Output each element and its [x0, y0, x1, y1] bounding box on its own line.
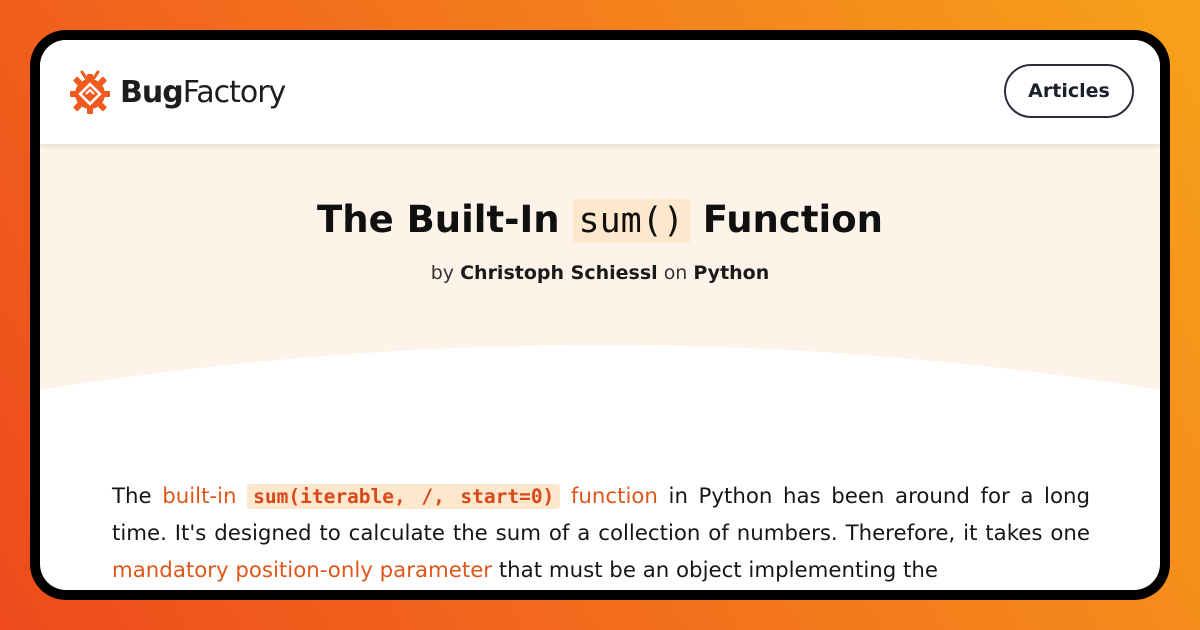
byline-by: by: [430, 262, 455, 284]
article-byline: by Christoph Schiessl on Python: [40, 262, 1160, 284]
article-body: The built-in sum(iterable, /, start=0) f…: [112, 478, 1090, 589]
device-frame: BugFactory Articles The Built-In sum() F…: [30, 30, 1170, 600]
author-name: Christoph Schiessl: [460, 262, 658, 284]
hero-wave-divider: [40, 345, 1160, 450]
browser-viewport: BugFactory Articles The Built-In sum() F…: [40, 40, 1160, 590]
sum-signature-link[interactable]: sum(iterable, /, start=0) function: [247, 484, 658, 509]
position-only-parameter-link[interactable]: mandatory position-only parameter: [112, 558, 492, 583]
articles-button[interactable]: Articles: [1004, 64, 1134, 118]
title-code: sum(): [572, 199, 690, 243]
byline-on: on: [663, 262, 688, 284]
site-header: BugFactory Articles: [40, 40, 1160, 144]
builtin-link[interactable]: built-in: [162, 484, 236, 509]
category-name: Python: [693, 262, 770, 284]
sum-signature-code: sum(iterable, /, start=0): [247, 484, 561, 509]
site-logo[interactable]: BugFactory: [64, 66, 286, 118]
bug-gear-icon: [70, 70, 110, 114]
article-title: The Built-In sum() Function: [317, 198, 883, 243]
intro-paragraph: The built-in sum(iterable, /, start=0) f…: [112, 484, 1090, 583]
brand-name: BugFactory: [120, 74, 286, 110]
